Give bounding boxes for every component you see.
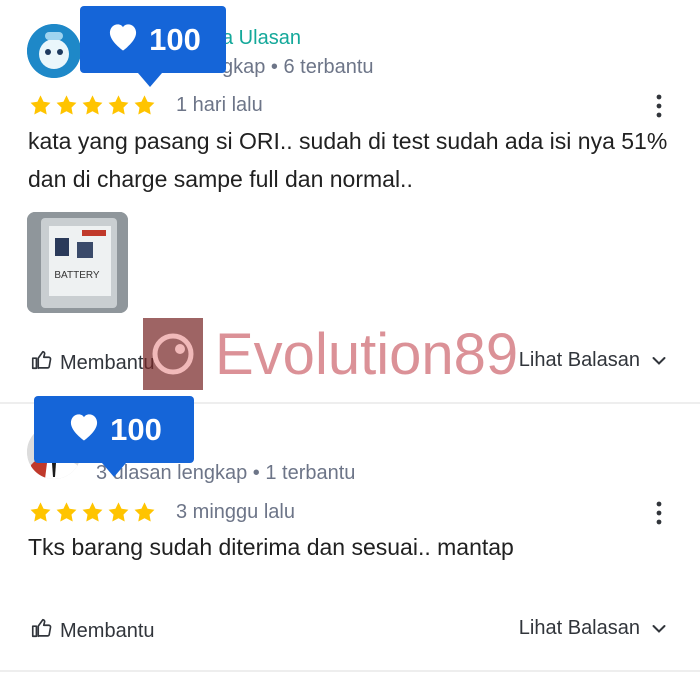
star-icon [133,94,156,121]
review-text: kata yang pasang si ORI.. sudah di test … [28,128,668,192]
helpful-label: Membantu [60,619,155,642]
star-icon [107,501,130,528]
watermark: Evolution89 [143,318,563,390]
kebab-menu-icon[interactable] [655,94,663,118]
kebab-menu-icon[interactable] [655,501,663,525]
reviewer-meta: 3 ulasan lengkap • 1 terbantu [96,462,356,484]
rating-stars [29,94,156,121]
like-badge: 100 [34,396,194,463]
like-badge-pointer [102,463,126,477]
star-icon [107,94,130,121]
like-count: 100 [110,411,162,447]
thumbs-up-icon [30,349,52,377]
star-icon [29,94,52,121]
thumbs-up-icon [30,617,52,645]
watermark-text: Evolution89 [215,321,519,387]
review-photo[interactable]: BATTERY [27,212,128,313]
helpful-button[interactable]: Membantu [30,349,155,377]
reviewer-review-link[interactable]: a Ulasan [222,27,301,50]
review-text: Tks barang sudah diterima dan sesuai.. m… [28,534,514,560]
star-icon [81,94,104,121]
reviewer-meta: gkap • 6 terbantu [222,56,374,78]
helpful-button[interactable]: Membantu [30,617,155,645]
chevron-down-icon [652,349,666,372]
photo-label: BATTERY [54,270,100,281]
avatar[interactable] [27,24,81,78]
heart-icon [105,20,141,60]
watermark-logo-icon [143,318,203,390]
star-icon [55,94,78,121]
helpful-label: Membantu [60,351,155,374]
like-badge: 100 [80,6,226,73]
review-divider [0,670,700,672]
star-icon [55,501,78,528]
review-date: 3 minggu lalu [176,501,295,523]
view-replies-button[interactable]: Lihat Balasan [519,617,666,640]
star-icon [133,501,156,528]
star-icon [81,501,104,528]
heart-icon [66,410,102,450]
star-icon [29,501,52,528]
review-date: 1 hari lalu [176,94,263,116]
replies-label: Lihat Balasan [518,617,640,639]
like-badge-pointer [138,73,162,87]
rating-stars [29,501,156,528]
like-count: 100 [149,21,201,57]
chevron-down-icon [652,617,666,640]
